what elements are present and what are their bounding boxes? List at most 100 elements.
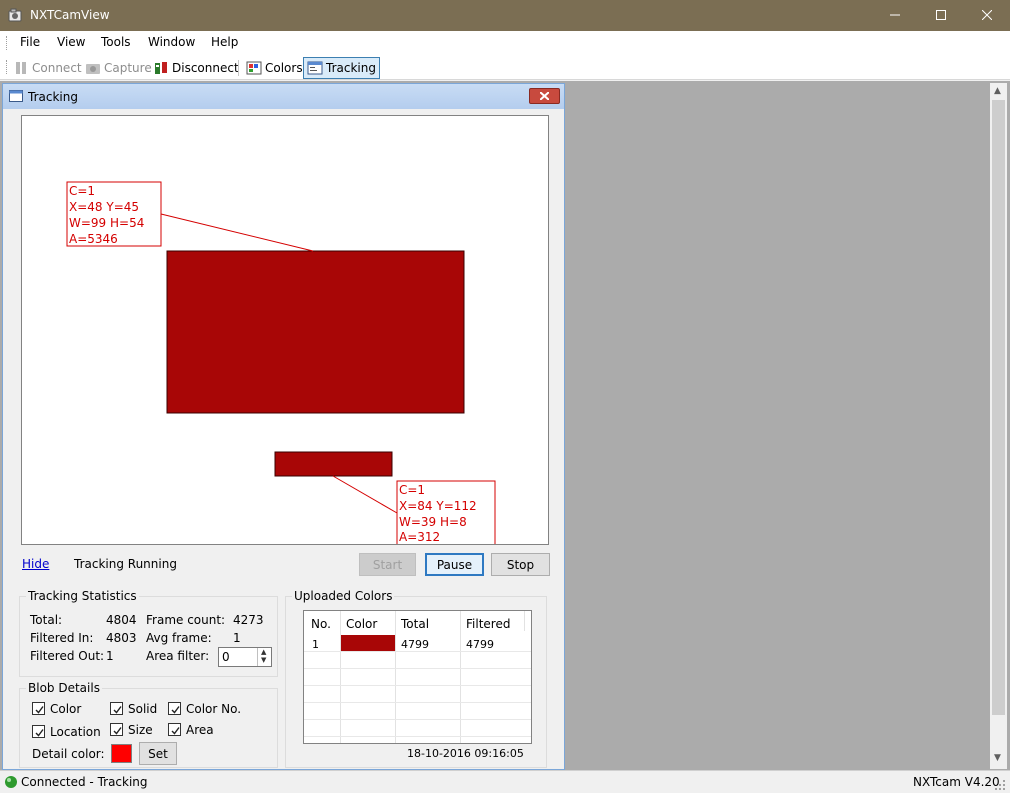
uploaded-colors-group: Uploaded Colors No. Color Total Filtered… <box>285 589 547 768</box>
scroll-up-icon[interactable]: ▲ <box>994 86 1001 96</box>
column-header-color[interactable]: Color <box>346 617 377 631</box>
row-divider <box>304 719 531 720</box>
connect-button[interactable]: Connect <box>10 57 85 79</box>
menu-tools[interactable]: Tools <box>101 35 131 49</box>
area-filter-value: 0 <box>222 650 230 664</box>
column-header-no[interactable]: No. <box>311 617 331 631</box>
app-window: NXTCamView File View Tools Window Help C… <box>0 0 1010 793</box>
status-bar-text: Connected - Tracking <box>21 775 148 789</box>
solid-checkbox[interactable] <box>110 702 123 715</box>
checkmark-icon <box>35 729 44 737</box>
menu-window[interactable]: Window <box>148 35 195 49</box>
filtered-out-label: Filtered Out: <box>30 649 105 663</box>
vertical-scrollbar[interactable]: ▲ ▼ <box>990 83 1007 769</box>
checkmark-icon <box>113 706 122 714</box>
row-divider <box>304 736 531 737</box>
area-checkbox-label: Area <box>186 723 214 737</box>
uploaded-colors-title: Uploaded Colors <box>292 589 395 603</box>
blob-1-label-line: W=99 H=54 <box>69 216 144 230</box>
capture-button[interactable]: Capture <box>82 57 155 79</box>
column-divider <box>460 611 461 743</box>
checkmark-icon <box>171 727 180 735</box>
close-button[interactable] <box>964 0 1010 31</box>
area-filter-stepper[interactable]: 0 ▲ ▼ <box>218 647 272 667</box>
total-label: Total: <box>30 613 63 627</box>
column-header-filtered[interactable]: Filtered <box>466 617 510 631</box>
scrollbar-thumb[interactable] <box>992 100 1005 715</box>
stepper-up-icon[interactable]: ▲ <box>261 648 266 656</box>
status-bar: Connected - Tracking NXTcam V4.20 <box>0 770 1010 793</box>
row-1-total: 4799 <box>401 638 429 651</box>
stepper-down-icon[interactable]: ▼ <box>261 656 266 664</box>
connect-label: Connect <box>32 61 82 75</box>
set-color-button[interactable]: Set <box>139 742 177 765</box>
menu-file[interactable]: File <box>20 35 40 49</box>
color-checkbox[interactable] <box>32 702 45 715</box>
tracking-status: Tracking Running <box>74 557 177 571</box>
color-no-checkbox-label: Color No. <box>186 702 242 716</box>
toolbar-grip <box>6 60 9 74</box>
start-button[interactable]: Start <box>359 553 416 576</box>
solid-checkbox-label: Solid <box>128 702 158 716</box>
close-icon <box>540 92 549 100</box>
palette-icon <box>246 61 262 75</box>
menu-help[interactable]: Help <box>211 35 238 49</box>
disconnect-label: Disconnect <box>172 61 239 75</box>
color-checkbox-label: Color <box>50 702 82 716</box>
minimize-button[interactable] <box>872 0 918 31</box>
colors-button[interactable]: Colors <box>243 57 306 79</box>
blob-2-label-line: W=39 H=8 <box>399 515 467 529</box>
capture-label: Capture <box>104 61 152 75</box>
row-1-color-swatch <box>341 635 395 651</box>
tracking-window: Tracking C=1 X=48 Y=45 W=99 H=54 A=5346 … <box>2 83 565 770</box>
location-checkbox[interactable] <box>32 725 45 738</box>
blob-1 <box>166 250 465 414</box>
toolbar-separator <box>238 60 239 76</box>
size-checkbox[interactable] <box>110 723 123 736</box>
area-checkbox[interactable] <box>168 723 181 736</box>
color-no-checkbox[interactable] <box>168 702 181 715</box>
hide-link[interactable]: Hide <box>22 557 49 571</box>
row-1-no: 1 <box>312 638 319 651</box>
checkmark-icon <box>113 727 122 735</box>
tracking-window-title: Tracking <box>28 90 78 104</box>
detail-color-swatch[interactable] <box>111 744 132 763</box>
scroll-down-icon[interactable]: ▼ <box>994 753 1001 763</box>
column-divider <box>524 611 525 631</box>
tracking-button[interactable]: Tracking <box>303 57 380 79</box>
blob-1-label-line: A=5346 <box>69 232 118 246</box>
uploaded-colors-table[interactable]: No. Color Total Filtered 1 4799 4799 <box>303 610 532 744</box>
window-icon <box>307 61 323 75</box>
colors-label: Colors <box>265 61 303 75</box>
blob-1-label-line: X=48 Y=45 <box>69 200 139 214</box>
resize-grip-icon[interactable] <box>994 779 1006 791</box>
avg-frame-label: Avg frame: <box>146 631 212 645</box>
tracking-window-close-button[interactable] <box>529 88 560 104</box>
tracking-statistics-group: Tracking Statistics Total: 4804 Filtered… <box>19 589 278 677</box>
blob-1-leader-line <box>160 213 314 252</box>
blob-2-leader-line <box>332 475 398 514</box>
stop-button[interactable]: Stop <box>491 553 550 576</box>
camera-icon <box>86 64 100 74</box>
row-divider <box>304 651 531 652</box>
location-checkbox-label: Location <box>50 725 101 739</box>
filtered-in-value: 4803 <box>106 631 137 645</box>
area-filter-arrows[interactable]: ▲ ▼ <box>257 648 271 666</box>
column-divider <box>395 611 396 743</box>
window-icon <box>9 90 23 102</box>
filtered-out-value: 1 <box>106 649 114 663</box>
disconnect-button[interactable]: Disconnect <box>150 57 242 79</box>
maximize-button[interactable] <box>918 0 964 31</box>
pause-button[interactable]: Pause <box>425 553 484 576</box>
menu-view[interactable]: View <box>57 35 85 49</box>
checkmark-icon <box>35 706 44 714</box>
blob-2-label-line: X=84 Y=112 <box>399 499 477 513</box>
row-divider <box>304 668 531 669</box>
column-header-total[interactable]: Total <box>401 617 429 631</box>
blob-2 <box>274 451 393 477</box>
connected-icon <box>5 776 17 788</box>
tracking-window-titlebar: Tracking <box>3 84 564 109</box>
tracking-canvas: C=1 X=48 Y=45 W=99 H=54 A=5346 C=1 X=84 … <box>21 115 549 545</box>
tracking-statistics-title: Tracking Statistics <box>26 589 139 603</box>
column-divider <box>340 611 341 743</box>
